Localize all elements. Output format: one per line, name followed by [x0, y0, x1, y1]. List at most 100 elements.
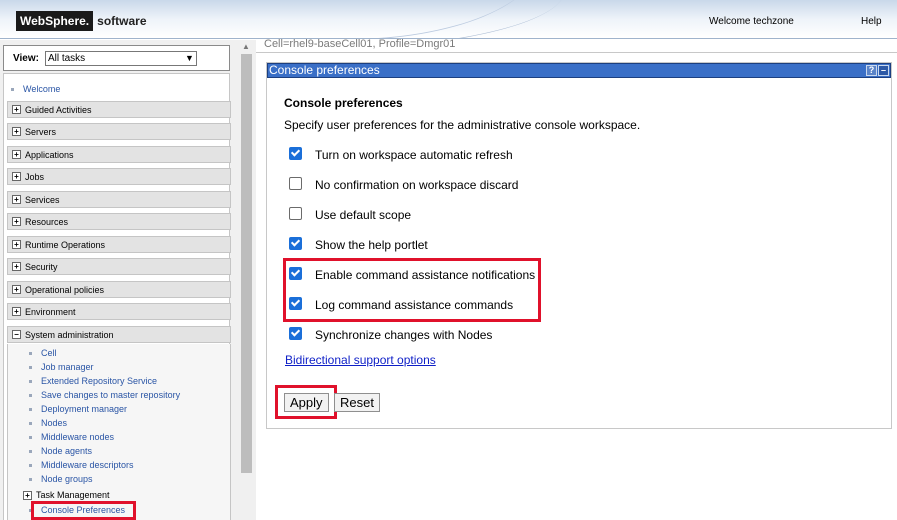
nav-category-jobs[interactable]: + Jobs: [7, 168, 231, 185]
expand-icon: +: [12, 217, 21, 226]
chevron-down-icon: ▼: [185, 53, 194, 63]
nav-item-extended-repository-service[interactable]: Extended Repository Service: [29, 376, 157, 386]
bullet-icon: [29, 365, 32, 369]
nav-category-environment[interactable]: + Environment: [7, 303, 231, 320]
nav-category-label: Guided Activities: [25, 104, 92, 115]
nav-category-servers[interactable]: + Servers: [7, 123, 231, 140]
checkbox-no-confirmation-discard[interactable]: [289, 176, 302, 190]
nav-item-label: Node agents: [41, 446, 93, 456]
option-workspace-auto-refresh: Turn on workspace automatic refresh: [289, 146, 513, 162]
bullet-icon: [29, 463, 32, 467]
help-icon[interactable]: ?: [866, 65, 877, 76]
nav-item-node-groups[interactable]: Node groups: [29, 474, 93, 484]
option-label: Synchronize changes with Nodes: [315, 328, 493, 342]
reset-button[interactable]: Reset: [334, 393, 380, 412]
help-link[interactable]: Help: [861, 16, 882, 27]
nav-item-label: Save changes to master repository: [41, 390, 181, 400]
nav-category-guided-activities[interactable]: + Guided Activities: [7, 101, 231, 118]
nav-category-label: Servers: [25, 126, 57, 137]
view-select[interactable]: All tasks ▼: [44, 50, 197, 66]
nav-item-job-manager[interactable]: Job manager: [29, 362, 94, 372]
checkbox-use-default-scope[interactable]: [289, 206, 302, 220]
expand-icon: +: [12, 150, 21, 159]
nav-item-cell[interactable]: Cell: [29, 348, 57, 358]
panel-title: Console preferences: [269, 63, 380, 77]
scroll-thumb[interactable]: [241, 54, 252, 473]
bullet-icon: [29, 351, 32, 355]
option-use-default-scope: Use default scope: [289, 206, 412, 222]
nav-highlight-box: [31, 501, 136, 520]
bidirectional-support-link[interactable]: Bidirectional support options: [285, 353, 436, 367]
expand-icon: +: [23, 490, 32, 500]
option-label: Use default scope: [315, 208, 412, 222]
view-filter-bar: View: All tasks ▼: [3, 45, 230, 71]
nav-category-system-administration[interactable]: − System administration: [7, 326, 231, 343]
divider: [256, 52, 897, 53]
apply-button[interactable]: Apply: [284, 393, 329, 412]
checkbox-show-help-portlet[interactable]: [289, 236, 302, 250]
expand-icon: +: [12, 262, 21, 271]
nav-item-label: Nodes: [41, 418, 68, 428]
nav-item-label: Node groups: [41, 474, 93, 484]
nav-category-label: System administration: [25, 329, 114, 340]
nav-category-label: Services: [25, 194, 60, 205]
expand-icon: +: [12, 240, 21, 249]
nav-item-label: Cell: [41, 348, 57, 358]
nav-item-deployment-manager[interactable]: Deployment manager: [29, 404, 127, 414]
expand-icon: +: [12, 105, 21, 114]
brand-suffix: software: [97, 14, 147, 28]
brand-name: WebSphere.: [16, 11, 94, 31]
nav-category-services[interactable]: + Services: [7, 191, 231, 208]
view-select-value: All tasks: [47, 52, 86, 64]
nav-item-label: Extended Repository Service: [41, 376, 158, 386]
nav-item-label: Job manager: [41, 362, 94, 372]
minimize-icon[interactable]: –: [878, 65, 889, 76]
checkbox-workspace-auto-refresh[interactable]: [289, 146, 302, 160]
nav-task-management[interactable]: + Task Management: [23, 490, 110, 500]
welcome-user-text: Welcome techzone: [709, 16, 794, 27]
nav-scrollbar[interactable]: ▲: [238, 40, 256, 520]
bullet-icon: [29, 435, 32, 439]
section-heading: Console preferences: [284, 96, 403, 110]
expand-icon: +: [12, 307, 21, 316]
brand-logo: WebSphere. software: [16, 11, 147, 31]
checkbox-synchronize-nodes[interactable]: [289, 326, 302, 340]
nav-item-middleware-nodes[interactable]: Middleware nodes: [29, 432, 114, 442]
nav-category-security[interactable]: + Security: [7, 258, 231, 275]
bullet-icon: [29, 449, 32, 453]
nav-item-nodes[interactable]: Nodes: [29, 418, 67, 428]
view-label: View:: [13, 52, 39, 64]
bullet-icon: [11, 87, 14, 91]
bullet-icon: [29, 421, 32, 425]
nav-item-label: Deployment manager: [41, 404, 128, 414]
expand-icon: +: [12, 195, 21, 204]
nav-category-label: Jobs: [25, 171, 45, 182]
section-description: Specify user preferences for the adminis…: [284, 118, 641, 132]
nav-item-label: Middleware nodes: [41, 432, 115, 442]
nav-category-label: Environment: [25, 306, 76, 317]
scroll-up-arrow-icon[interactable]: ▲: [242, 42, 250, 51]
option-label: Turn on workspace automatic refresh: [315, 148, 513, 162]
collapse-icon: −: [12, 330, 21, 339]
nav-category-resources[interactable]: + Resources: [7, 213, 231, 230]
nav-item-middleware-descriptors[interactable]: Middleware descriptors: [29, 460, 134, 470]
bullet-icon: [29, 379, 32, 383]
nav-tree: Welcome + Guided Activities + Servers + …: [3, 73, 231, 520]
nav-welcome-label: Welcome: [23, 84, 61, 94]
nav-item-save-changes[interactable]: Save changes to master repository: [29, 390, 180, 400]
option-synchronize-nodes: Synchronize changes with Nodes: [289, 326, 493, 342]
nav-category-applications[interactable]: + Applications: [7, 146, 231, 163]
navigation-pane: View: All tasks ▼ Welcome + Guided Activ…: [0, 40, 256, 520]
options-highlight-box: [283, 258, 541, 322]
nav-welcome-link[interactable]: Welcome: [11, 84, 60, 94]
nav-category-runtime-operations[interactable]: + Runtime Operations: [7, 236, 231, 253]
nav-category-operational-policies[interactable]: + Operational policies: [7, 281, 231, 298]
option-label: Show the help portlet: [315, 238, 428, 252]
expand-icon: +: [12, 285, 21, 294]
breadcrumb: Cell=rhel9-baseCell01, Profile=Dmgr01: [264, 38, 456, 50]
bullet-icon: [29, 477, 32, 481]
nav-category-label: Applications: [25, 149, 74, 160]
nav-item-node-agents[interactable]: Node agents: [29, 446, 92, 456]
option-no-confirmation-discard: No confirmation on workspace discard: [289, 176, 518, 192]
expand-icon: +: [12, 172, 21, 181]
